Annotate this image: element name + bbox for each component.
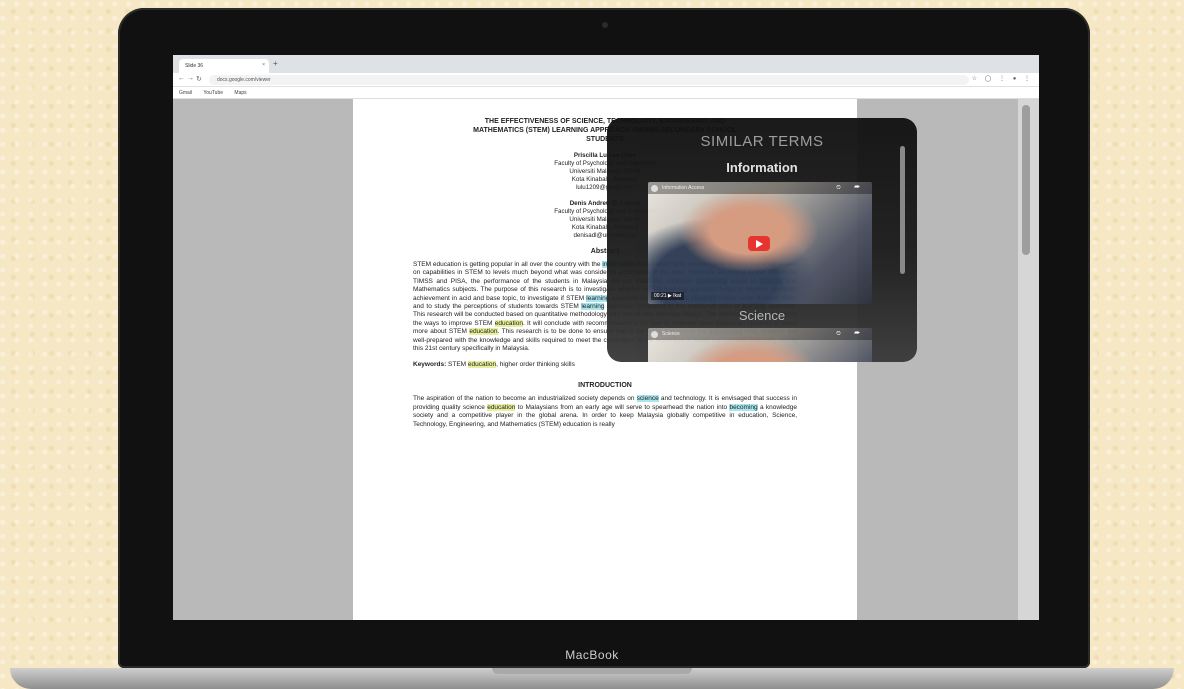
tab-close-icon[interactable]: ×	[262, 62, 265, 68]
keywords-text: STEM education, higher order thinking sk…	[446, 361, 575, 369]
text-run: to Malaysians from an early age will ser…	[515, 403, 730, 411]
forward-icon[interactable]: →	[187, 75, 194, 82]
term-information[interactable]: Information	[607, 160, 917, 175]
channel-avatar	[651, 331, 658, 338]
video-card-science[interactable]: Science ⏲ ➦	[648, 328, 872, 362]
text-run: , higher order thinking skills	[496, 361, 575, 369]
bookmark-item[interactable]: YouTube	[203, 90, 223, 96]
highlighted-term[interactable]: learning	[581, 303, 605, 311]
introduction-text: The aspiration of the nation to become a…	[413, 395, 797, 429]
introduction-heading: INTRODUCTION	[578, 382, 632, 390]
video-action-icons[interactable]: ⏲ ➦	[836, 185, 866, 192]
highlighted-term[interactable]: education	[467, 361, 497, 369]
video-card-information[interactable]: Information Access ⏲ ➦ 00:21 ▶ Ikat	[648, 182, 872, 304]
overlay-title: SIMILAR TERMS	[700, 133, 824, 150]
reload-icon[interactable]: ↻	[196, 75, 202, 83]
macbook-label: MacBook	[565, 648, 619, 662]
term-science[interactable]: Science	[607, 308, 917, 323]
screen: Slide 36 × + ← → ↻ docs.google.com/viewe…	[173, 55, 1039, 620]
highlighted-term[interactable]: education	[469, 328, 498, 336]
text-run: STEM education is getting popular in all…	[413, 261, 603, 268]
highlighted-term[interactable]: education	[487, 403, 516, 411]
browser-tab[interactable]: Slide 36 ×	[179, 59, 269, 73]
new-tab-button[interactable]: +	[273, 59, 278, 68]
back-icon[interactable]: ←	[178, 75, 185, 82]
bookmark-item[interactable]: Gmail	[179, 90, 192, 96]
similar-terms-overlay[interactable]: SIMILAR TERMS Information Information Ac…	[607, 118, 917, 362]
keywords-label: Keywords:	[413, 361, 447, 369]
address-bar[interactable]: docs.google.com/viewer	[209, 75, 969, 85]
keywords-line: Keywords: STEM education, higher order t…	[413, 361, 797, 369]
scroll-thumb[interactable]	[1022, 105, 1030, 255]
highlighted-term[interactable]: becoming	[729, 403, 758, 411]
highlighted-term[interactable]: learning	[586, 294, 610, 302]
browser-toolbar: ← → ↻ docs.google.com/viewer ☆ ◯ ⋮ ● ⋮	[173, 73, 1039, 87]
tab-strip: Slide 36 × +	[173, 55, 1039, 73]
camera	[602, 22, 608, 28]
pdf-scrollbar[interactable]	[1018, 99, 1039, 620]
video-action-icons[interactable]: ⏲ ➦	[836, 331, 866, 338]
text-run: STEM	[446, 361, 468, 369]
text-run: The aspiration of the nation to become a…	[413, 395, 637, 403]
highlighted-term[interactable]: education	[494, 319, 523, 327]
video-channel: Science	[662, 331, 680, 337]
toolbar-icons[interactable]: ☆ ◯ ⋮ ● ⋮	[972, 75, 1033, 82]
video-channel: Information Access	[662, 185, 705, 191]
video-duration: 00:21 ▶ Ikat	[651, 292, 685, 300]
youtube-play-icon[interactable]	[748, 236, 770, 251]
overlay-scrollbar[interactable]	[900, 146, 905, 274]
bookmarks-bar: Gmail YouTube Maps	[173, 87, 1039, 99]
bookmark-item[interactable]: Maps	[234, 90, 246, 96]
laptop-notch	[492, 668, 692, 674]
highlighted-term[interactable]: science	[636, 395, 659, 403]
tab-title: Slide 36	[185, 63, 204, 69]
channel-avatar	[651, 185, 658, 192]
